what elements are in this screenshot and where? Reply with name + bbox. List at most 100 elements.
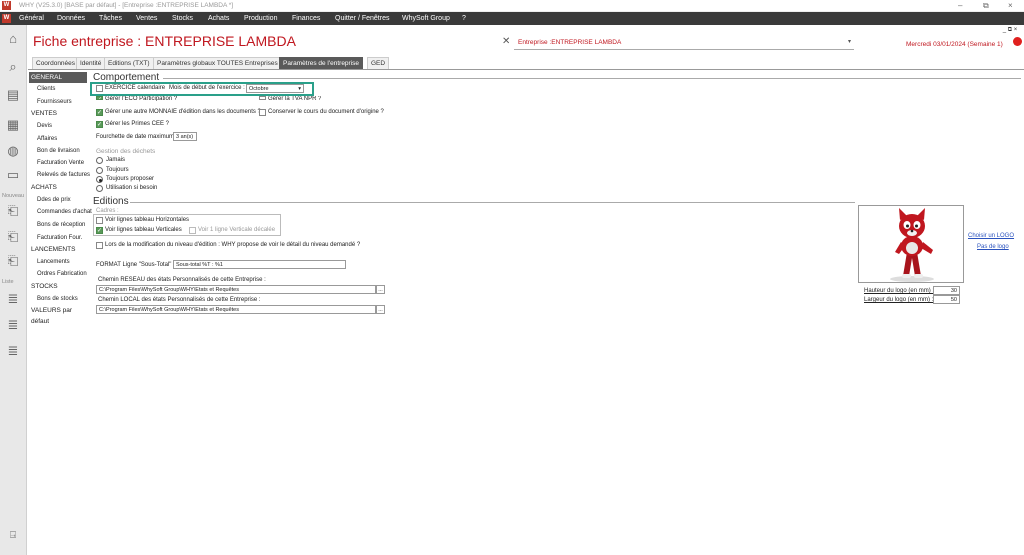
list-stack-icon[interactable]: ≣: [5, 343, 21, 359]
nav-item-fournisseurs[interactable]: Fournisseurs: [37, 99, 72, 105]
choisir-logo-link[interactable]: Choisir un LOGO: [968, 233, 1014, 239]
maximize-icon[interactable]: ⧉: [983, 1, 989, 11]
nav-item-bons-reception[interactable]: Bons de réception: [37, 222, 85, 228]
tab-parametres-entreprise[interactable]: Paramètres de l'entreprise: [279, 57, 364, 69]
nav-item-bons-stocks[interactable]: Bons de stocks: [37, 296, 78, 302]
nav-item-clients[interactable]: Clients: [37, 86, 55, 92]
menu-achats[interactable]: Achats: [208, 15, 229, 22]
gerer-eco-checkbox[interactable]: [96, 96, 103, 100]
dechets-si-besoin-label: Utilisation si besoin: [106, 185, 158, 191]
mois-debut-label: Mois de début de l'exercice :: [169, 85, 245, 91]
pas-de-logo-link[interactable]: Pas de logo: [977, 244, 1009, 250]
entreprise-select[interactable]: Entreprise :ENTREPRISE LAMBDA ▾: [514, 37, 854, 50]
nav-item-lancements[interactable]: Lancements: [37, 259, 70, 265]
mdi-window-controls[interactable]: _ ⧉ ×: [998, 26, 1022, 35]
nav-item-facturation-four[interactable]: Facturation Four.: [37, 235, 82, 241]
menu-general[interactable]: Général: [19, 15, 44, 22]
voir-horizontales-checkbox[interactable]: [96, 217, 103, 224]
mois-debut-select[interactable]: Octobre ▾: [246, 84, 304, 93]
clipboard-icon[interactable]: ▤: [5, 87, 21, 103]
nav-item-devis[interactable]: Devis: [37, 123, 52, 129]
format-soustotal-input[interactable]: Sous-total %T : %1: [173, 260, 346, 269]
editions-title: Editions: [93, 196, 129, 207]
search-icon[interactable]: ⌕: [5, 59, 21, 75]
list-stack-icon[interactable]: ≣: [5, 291, 21, 307]
exit-door-icon[interactable]: ⍈: [5, 528, 21, 544]
menu-stocks[interactable]: Stocks: [172, 15, 193, 22]
nav-section-general[interactable]: GENERAL: [29, 72, 87, 83]
clear-icon[interactable]: ✕: [502, 36, 510, 47]
menu-donnees[interactable]: Données: [57, 15, 85, 22]
nav-item-ddes-prix[interactable]: Ddes de prix: [37, 197, 71, 203]
format-soustotal-label: FORMAT Ligne "Sous-Total" :: [96, 262, 175, 268]
browse-reseau-button[interactable]: ...: [376, 285, 385, 294]
menu-finances[interactable]: Finances: [292, 15, 320, 22]
nav-section-achats[interactable]: ACHATS: [29, 182, 87, 193]
nav-section-valeurs[interactable]: VALEURS par défaut: [29, 305, 87, 325]
gerer-tva-checkbox[interactable]: [259, 96, 266, 100]
new-document-icon[interactable]: ⎗: [5, 229, 21, 245]
title-bar: W WHY (V25.3.0) [BASE par défaut] - [Ent…: [0, 0, 1024, 12]
folder-icon[interactable]: ▭: [5, 167, 21, 183]
fourchette-input[interactable]: 3 an(s): [173, 132, 197, 141]
menu-whysoft-group[interactable]: WhySoft Group: [402, 15, 450, 22]
conserver-cours-checkbox[interactable]: [259, 109, 266, 116]
chemin-local-input[interactable]: C:\Program Files\WhySoft Group\WHY\Etats…: [96, 305, 376, 314]
gerer-primes-checkbox[interactable]: [96, 121, 103, 128]
logo-preview[interactable]: [858, 205, 964, 283]
chemin-local-label: Chemin LOCAL des états Personnalisés de …: [98, 297, 261, 303]
nouveau-label: Nouveau: [2, 193, 25, 199]
tab-parametres-globaux[interactable]: Paramètres globaux TOUTES Entreprises: [153, 57, 282, 69]
voir-verticales-checkbox[interactable]: [96, 227, 103, 234]
largeur-logo-input[interactable]: 50: [933, 295, 960, 304]
nav-item-commandes-achat[interactable]: Commandes d'achat: [37, 209, 92, 215]
status-indicator: [1013, 37, 1022, 46]
nav-section-stocks[interactable]: STOCKS: [29, 281, 87, 292]
hauteur-logo-input[interactable]: 30: [933, 286, 960, 295]
chevron-down-icon: ▾: [847, 39, 851, 45]
exercice-calendaire-label: EXERCICE calendaire: [105, 85, 166, 91]
tab-editions-txt[interactable]: Editions (TXT): [104, 57, 154, 69]
menu-ventes[interactable]: Ventes: [136, 15, 157, 22]
minimize-icon[interactable]: –: [958, 1, 962, 10]
close-icon[interactable]: ×: [1008, 1, 1013, 10]
nav-item-affaires[interactable]: Affaires: [37, 136, 57, 142]
tab-ged[interactable]: GED: [367, 57, 390, 69]
nav-section-lancements[interactable]: LANCEMENTS: [29, 244, 87, 255]
mascot-logo-icon: [890, 208, 934, 282]
menu-taches[interactable]: Tâches: [99, 15, 122, 22]
page-title: Fiche entreprise : ENTREPRISE LAMBDA: [33, 33, 296, 49]
chemin-reseau-input[interactable]: C:\Program Files\WhySoft Group\WHY\Etats…: [96, 285, 376, 294]
nav-section-ventes[interactable]: VENTES: [29, 108, 87, 119]
chevron-down-icon: ▾: [298, 86, 301, 92]
left-toolbar: ⌂ ⌕ ▤ ▦ ◍ ▭ Nouveau ⎗ ⎗ ⎗ Liste ≣ ≣ ≣ ⍈: [0, 25, 27, 555]
globe-icon[interactable]: ◍: [5, 143, 21, 159]
menu-production[interactable]: Production: [244, 15, 277, 22]
home-icon[interactable]: ⌂: [5, 31, 21, 47]
fourchette-label: Fourchette de date maximum :: [96, 134, 178, 140]
voir-verticales-label: Voir lignes tableau Verticales: [105, 227, 182, 233]
menu-help[interactable]: ?: [462, 15, 466, 22]
list-stack-icon[interactable]: ≣: [5, 317, 21, 333]
browse-local-button[interactable]: ...: [376, 305, 385, 314]
lors-modif-checkbox[interactable]: [96, 242, 103, 249]
dechets-radio-si-besoin[interactable]: [96, 185, 103, 192]
new-document-icon[interactable]: ⎗: [5, 203, 21, 219]
tab-coordonnees[interactable]: Coordonnées: [32, 57, 80, 69]
exercice-calendaire-checkbox[interactable]: [96, 85, 103, 92]
dechets-radio-jamais[interactable]: [96, 157, 103, 164]
gerer-monnaie-checkbox[interactable]: [96, 109, 103, 116]
nav-item-ordres-fabrication[interactable]: Ordres Fabrication: [37, 271, 87, 277]
nav-item-facturation-vente[interactable]: Facturation Vente: [37, 160, 84, 166]
app-menu-icon[interactable]: W: [2, 14, 11, 23]
new-document-icon[interactable]: ⎗: [5, 253, 21, 269]
calculator-icon[interactable]: ▦: [5, 117, 21, 133]
menu-quitter-fenetres[interactable]: Quitter / Fenêtres: [335, 15, 389, 22]
dechets-radio-toujours-proposer[interactable]: [96, 176, 103, 183]
nav-item-releves-factures[interactable]: Relevés de factures: [37, 172, 90, 178]
nav-item-bon-livraison[interactable]: Bon de livraison: [37, 148, 80, 154]
dechets-radio-toujours[interactable]: [96, 167, 103, 174]
voir-verticale-decalee-checkbox[interactable]: [189, 227, 196, 234]
tab-identite[interactable]: Identité: [76, 57, 106, 69]
gerer-primes-label: Gérer les Primes CEE ?: [105, 121, 170, 127]
